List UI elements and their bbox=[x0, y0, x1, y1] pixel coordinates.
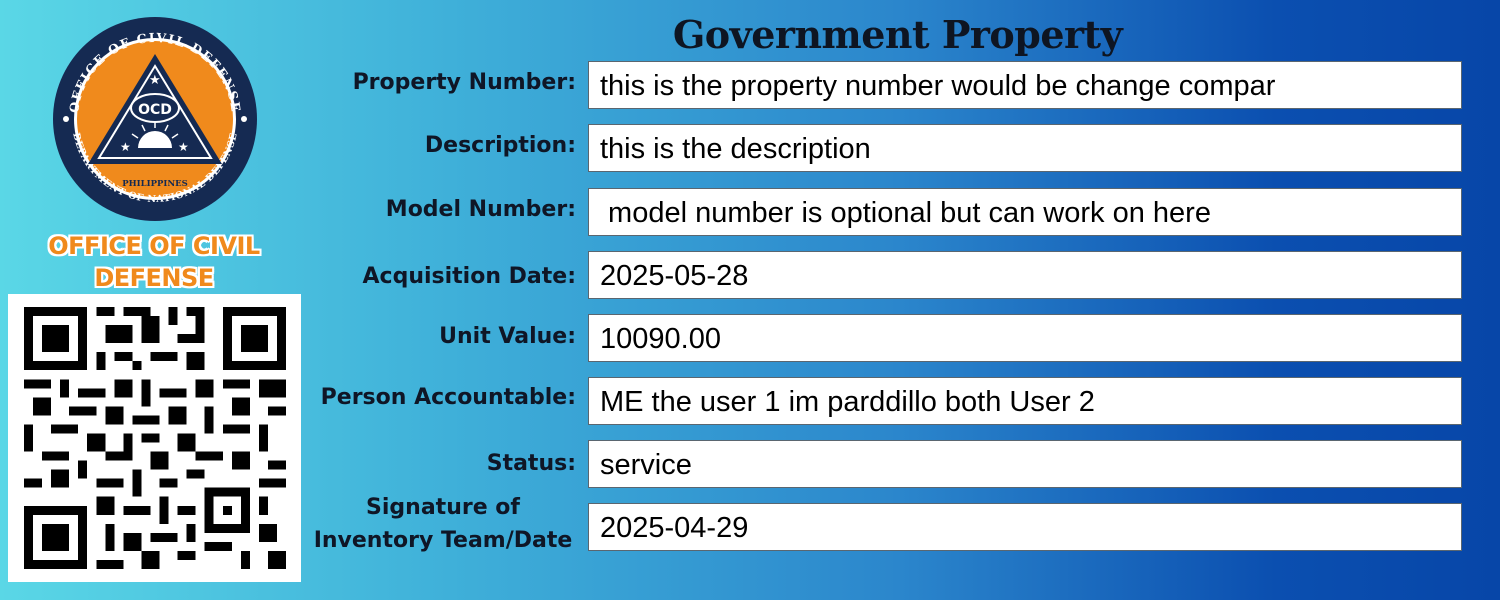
svg-text:PHILIPPINES: PHILIPPINES bbox=[122, 179, 188, 189]
ocd-seal-icon: OFFICE OF CIVIL DEFENSE DEPARTMENT OF NA… bbox=[50, 14, 260, 224]
acquisition-date-label: Acquisition Date: bbox=[362, 264, 577, 289]
property-number-label: Property Number: bbox=[352, 70, 576, 95]
status-label: Status: bbox=[486, 451, 576, 476]
unit-value-field[interactable]: 10090.00 bbox=[588, 314, 1462, 362]
description-field[interactable]: this is the description bbox=[588, 124, 1462, 172]
person-accountable-field[interactable]: ME the user 1 im parddillo both User 2 bbox=[588, 377, 1462, 425]
model-number-label: Model Number: bbox=[385, 197, 576, 222]
unit-value-label: Unit Value: bbox=[439, 324, 576, 349]
signature-label-line2: Inventory Team/Date bbox=[313, 528, 573, 553]
signature-date-field[interactable]: 2025-04-29 bbox=[588, 503, 1462, 551]
acquisition-date-field[interactable]: 2025-05-28 bbox=[588, 251, 1462, 299]
org-name: OFFICE OF CIVIL DEFENSE bbox=[20, 230, 288, 294]
person-accountable-label: Person Accountable: bbox=[320, 385, 576, 410]
description-label: Description: bbox=[424, 133, 576, 158]
org-name-line2: DEFENSE bbox=[94, 264, 214, 292]
qr-code-icon bbox=[24, 307, 286, 569]
svg-text:★: ★ bbox=[149, 73, 161, 88]
svg-text:OCD: OCD bbox=[138, 102, 172, 118]
status-field[interactable]: service bbox=[588, 440, 1462, 488]
property-number-field[interactable]: this is the property number would be cha… bbox=[588, 61, 1462, 109]
qr-code bbox=[8, 294, 301, 582]
page-title: Government Property bbox=[672, 12, 1123, 57]
org-name-line1: OFFICE OF CIVIL bbox=[48, 232, 260, 260]
svg-text:★: ★ bbox=[120, 140, 131, 154]
svg-text:★: ★ bbox=[178, 140, 189, 154]
signature-label: Signature of Inventory Team/Date bbox=[308, 491, 578, 557]
signature-label-line1: Signature of bbox=[366, 495, 520, 520]
model-number-field[interactable]: model number is optional but can work on… bbox=[588, 188, 1462, 236]
